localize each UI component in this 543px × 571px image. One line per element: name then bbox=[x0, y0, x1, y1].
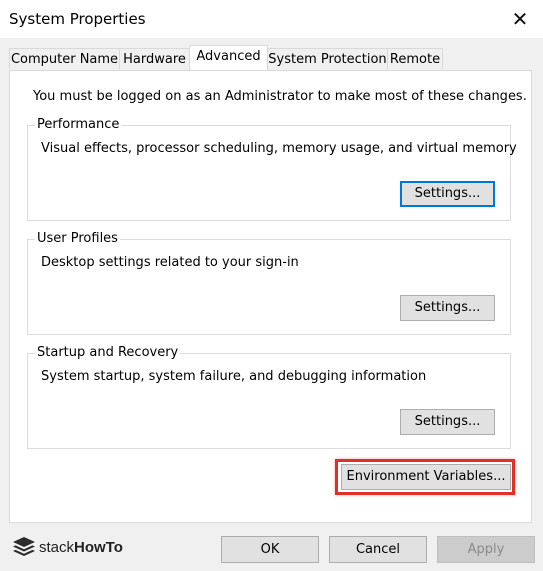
user-profiles-settings-button[interactable]: Settings... bbox=[400, 295, 495, 321]
environment-variables-button[interactable]: Environment Variables... bbox=[341, 464, 511, 490]
user-profiles-group: User Profiles Desktop settings related t… bbox=[27, 231, 511, 335]
system-properties-window: System Properties ✕ Computer Name Hardwa… bbox=[0, 0, 543, 571]
startup-recovery-group-label: Startup and Recovery bbox=[35, 345, 181, 360]
stackhowto-watermark: stackHowTo bbox=[12, 536, 123, 558]
tab-computer-name[interactable]: Computer Name bbox=[9, 48, 120, 69]
advanced-tab-page: You must be logged on as an Administrato… bbox=[9, 70, 532, 523]
admin-note: You must be logged on as an Administrato… bbox=[33, 89, 527, 104]
ok-button[interactable]: OK bbox=[221, 536, 319, 563]
cancel-button[interactable]: Cancel bbox=[329, 536, 427, 563]
tab-system-protection[interactable]: System Protection bbox=[267, 48, 388, 69]
window-title: System Properties bbox=[9, 10, 146, 28]
title-bar: System Properties ✕ bbox=[0, 0, 543, 38]
performance-settings-button[interactable]: Settings... bbox=[400, 181, 495, 207]
tab-remote[interactable]: Remote bbox=[387, 48, 443, 69]
user-profiles-group-label: User Profiles bbox=[35, 231, 120, 246]
startup-recovery-description: System startup, system failure, and debu… bbox=[41, 369, 427, 384]
apply-button[interactable]: Apply bbox=[437, 536, 535, 563]
performance-group-label: Performance bbox=[35, 117, 122, 132]
tab-advanced[interactable]: Advanced bbox=[189, 45, 268, 70]
watermark-text: stackHowTo bbox=[39, 538, 123, 556]
performance-group: Performance Visual effects, processor sc… bbox=[27, 117, 517, 221]
tab-hardware[interactable]: Hardware bbox=[119, 48, 190, 69]
close-icon: ✕ bbox=[511, 7, 529, 31]
startup-recovery-group: Startup and Recovery System startup, sys… bbox=[27, 345, 511, 449]
close-button[interactable]: ✕ bbox=[497, 0, 543, 38]
stack-logo-icon bbox=[13, 537, 35, 556]
performance-description: Visual effects, processor scheduling, me… bbox=[41, 141, 517, 156]
user-profiles-description: Desktop settings related to your sign-in bbox=[41, 255, 299, 270]
startup-recovery-settings-button[interactable]: Settings... bbox=[400, 409, 495, 435]
